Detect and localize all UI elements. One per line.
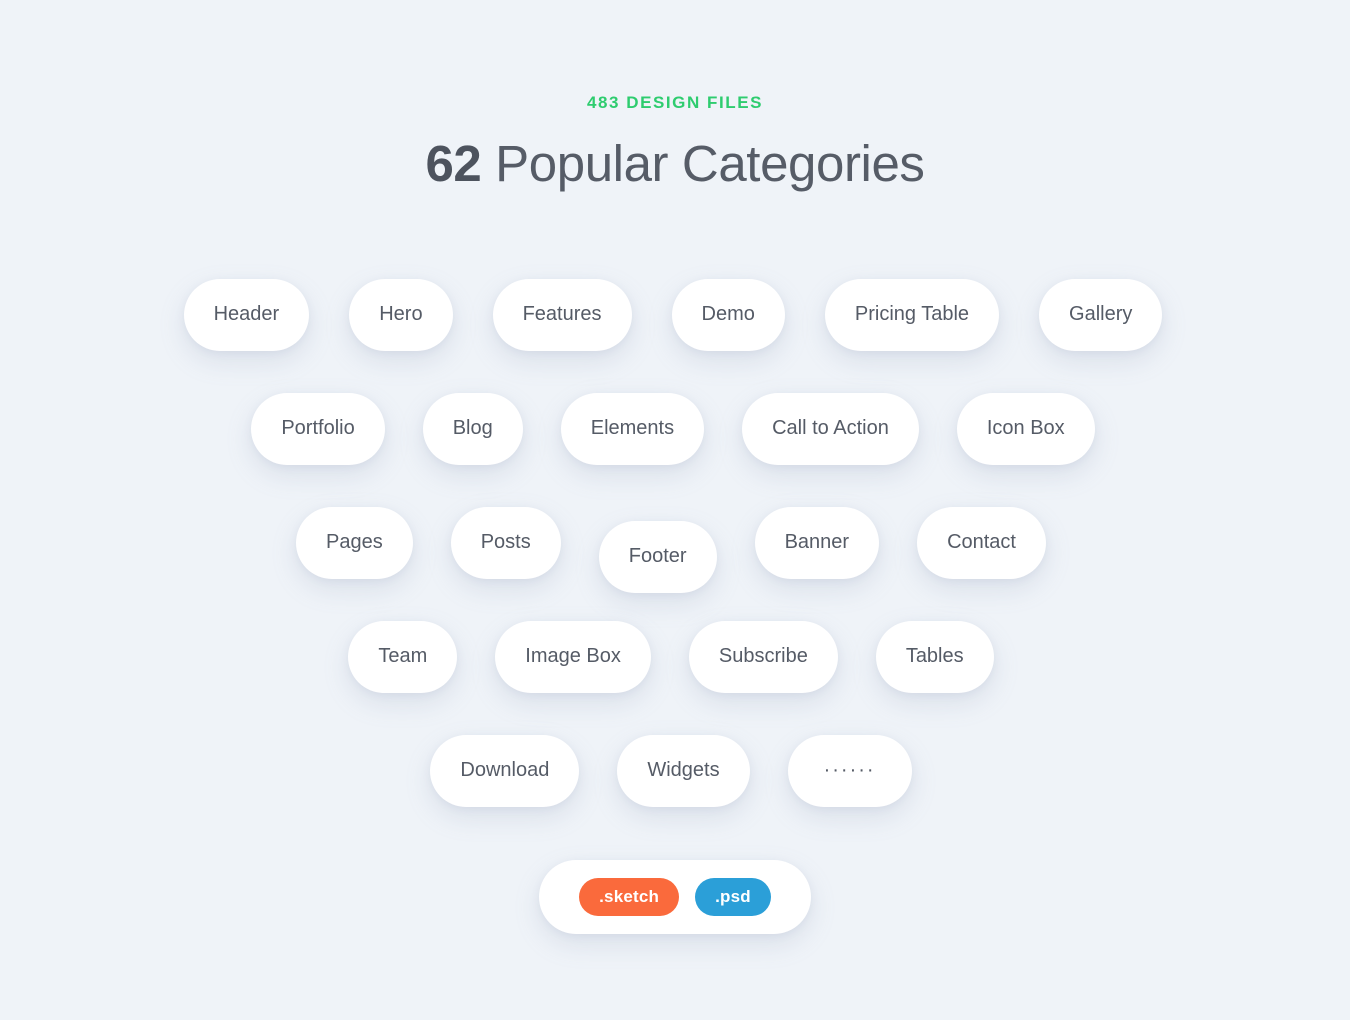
category-row-2: Portfolio Blog Elements Call to Action I… — [251, 372, 1095, 486]
category-pill-label: Image Box — [525, 645, 621, 668]
category-pill-widgets[interactable]: Widgets — [617, 734, 750, 807]
category-pill-pricing-table[interactable]: Pricing Table — [824, 278, 1000, 351]
category-pill-label: Hero — [379, 303, 423, 326]
category-pill-label: Tables — [905, 645, 964, 668]
category-pill-label: Header — [213, 303, 280, 326]
category-pill-label: Blog — [452, 417, 493, 440]
ellipsis-icon: ······ — [823, 759, 876, 782]
category-row-3: Pages Posts Footer Banner Contact — [296, 486, 1046, 600]
category-pill-label: Portfolio — [281, 417, 355, 440]
category-pill-contact[interactable]: Contact — [917, 506, 1046, 579]
category-row-4: Team Image Box Subscribe Tables — [348, 600, 994, 714]
category-pill-label: Download — [460, 759, 550, 782]
category-pill-image-box[interactable]: Image Box — [495, 620, 651, 693]
format-bar-wrapper: .sketch .psd — [0, 859, 1350, 934]
category-pill-portfolio[interactable]: Portfolio — [251, 392, 385, 465]
page-root: 483 DESIGN FILES 62 Popular Categories H… — [0, 0, 1350, 1020]
category-pill-hero[interactable]: Hero — [349, 278, 453, 351]
category-pill-label: Subscribe — [718, 645, 808, 668]
category-pill-tables[interactable]: Tables — [875, 620, 994, 693]
category-pill-posts[interactable]: Posts — [450, 506, 561, 579]
page-title-text: Popular Categories — [481, 135, 925, 192]
category-pill-header[interactable]: Header — [183, 278, 310, 351]
category-pill-demo[interactable]: Demo — [671, 278, 785, 351]
page-title-count: 62 — [425, 135, 482, 192]
category-pill-label: Widgets — [647, 759, 720, 782]
category-pill-label: Call to Action — [772, 417, 889, 440]
category-pill-label: Elements — [590, 417, 675, 440]
category-pill-call-to-action[interactable]: Call to Action — [742, 392, 919, 465]
category-pill-label: Banner — [784, 531, 850, 554]
format-badge-psd[interactable]: .psd — [695, 877, 771, 916]
category-pill-subscribe[interactable]: Subscribe — [688, 620, 838, 693]
page-header: 483 DESIGN FILES 62 Popular Categories — [0, 0, 1350, 194]
category-pill-pages[interactable]: Pages — [296, 506, 413, 579]
category-pill-label: Contact — [947, 531, 1016, 554]
format-badge-label: .psd — [715, 886, 751, 906]
category-pill-label: Demo — [701, 303, 755, 326]
category-pill-label: Features — [522, 303, 602, 326]
category-pill-cloud: Header Hero Features Demo Pricing Table … — [0, 258, 1350, 828]
category-row-1: Header Hero Features Demo Pricing Table … — [183, 258, 1163, 372]
category-pill-download[interactable]: Download — [430, 734, 580, 807]
category-row-5: Download Widgets ······ — [430, 714, 912, 828]
category-pill-footer[interactable]: Footer — [598, 520, 717, 593]
category-pill-features[interactable]: Features — [492, 278, 632, 351]
category-pill-label: Pages — [326, 531, 383, 554]
category-pill-label: Pricing Table — [854, 303, 970, 326]
category-pill-team[interactable]: Team — [348, 620, 458, 693]
category-pill-banner[interactable]: Banner — [754, 506, 880, 579]
category-pill-gallery[interactable]: Gallery — [1039, 278, 1163, 351]
page-title: 62 Popular Categories — [0, 135, 1350, 194]
category-pill-label: Icon Box — [986, 417, 1065, 440]
file-format-bar: .sketch .psd — [539, 859, 811, 934]
eyebrow-design-files-count: 483 DESIGN FILES — [587, 93, 763, 112]
category-pill-elements[interactable]: Elements — [560, 392, 705, 465]
category-pill-icon-box[interactable]: Icon Box — [956, 392, 1095, 465]
format-badge-sketch[interactable]: .sketch — [579, 877, 680, 916]
category-pill-label: Posts — [480, 531, 531, 554]
category-pill-label: Footer — [628, 545, 687, 568]
category-pill-more-ellipsis[interactable]: ······ — [787, 734, 912, 807]
category-pill-label: Gallery — [1069, 303, 1133, 326]
format-badge-label: .sketch — [599, 886, 660, 906]
category-pill-blog[interactable]: Blog — [422, 392, 523, 465]
category-pill-label: Team — [378, 645, 428, 668]
